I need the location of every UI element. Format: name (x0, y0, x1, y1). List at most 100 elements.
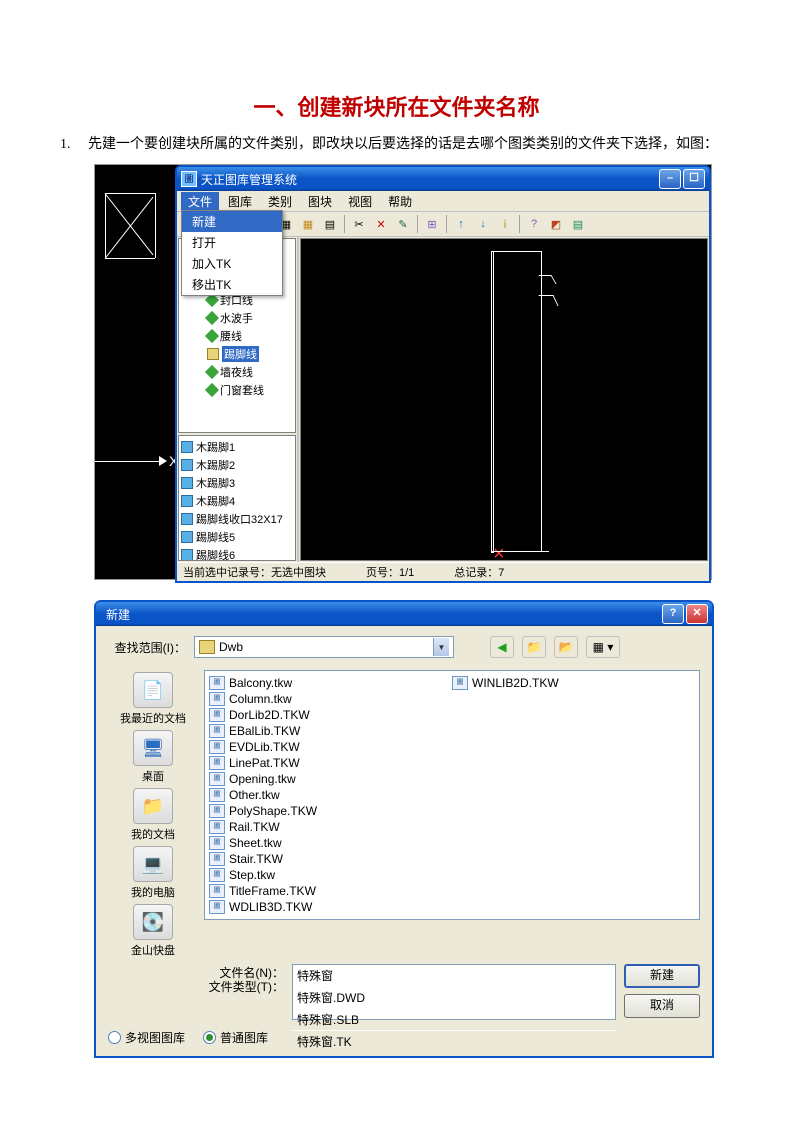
list-item[interactable]: 踢脚线6 (196, 547, 235, 561)
filename-combo[interactable]: 特殊窗 特殊窗.DWD 特殊窗.SLB 特殊窗.TK (292, 964, 616, 1020)
file-item[interactable]: 圕Other.tkw (209, 787, 452, 803)
file-icon: 圕 (209, 772, 225, 786)
dialog-titlebar[interactable]: 新建 ? ✕ (96, 602, 712, 626)
file-item[interactable]: 圕EBalLib.TKW (209, 723, 452, 739)
list-item[interactable]: 木踢脚1 (196, 439, 235, 455)
maximize-button[interactable]: ☐ (683, 169, 705, 189)
file-icon: 圕 (209, 788, 225, 802)
origin-marker-icon: × (493, 543, 505, 566)
menuitem-remove-tk[interactable]: 移出TK (182, 274, 282, 295)
file-name: EVDLib.TKW (229, 740, 300, 754)
tree-node[interactable]: 腰线 (220, 328, 242, 344)
tree-node[interactable]: 水波手 (220, 310, 253, 326)
file-name: WINLIB2D.TKW (472, 676, 559, 690)
place-kdisk[interactable]: 💽 金山快盘 (131, 904, 175, 958)
app-icon: 圕 (181, 171, 197, 187)
file-item[interactable]: 圕Rail.TKW (209, 819, 452, 835)
menuitem-open[interactable]: 打开 (182, 232, 282, 253)
menu-view[interactable]: 视图 (341, 192, 379, 211)
tool-list-icon[interactable]: ▤ (320, 214, 340, 234)
radio-normal[interactable]: 普通图库 (203, 1029, 268, 1046)
file-list[interactable]: 圕Balcony.tkw圕Column.tkw圕DorLib2D.TKW圕EBa… (204, 670, 700, 920)
help-button[interactable]: ? (662, 604, 684, 624)
lookin-combo[interactable]: Dwb ▼ (194, 636, 454, 658)
tool-help-icon[interactable]: ? (524, 214, 544, 234)
menu-file-label: 文件 (188, 195, 212, 209)
list-item[interactable]: 木踢脚3 (196, 475, 235, 491)
tree-node-selected[interactable]: 踢脚线 (222, 346, 259, 362)
file-item[interactable]: 圕TitleFrame.TKW (209, 883, 452, 899)
list-item[interactable]: 踢脚线5 (196, 529, 235, 545)
place-recent[interactable]: 📄 我最近的文档 (120, 672, 186, 726)
menu-category[interactable]: 类别 (261, 192, 299, 211)
cancel-button[interactable]: 取消 (624, 994, 700, 1018)
file-dropdown: 新建 打开 加入TK 移出TK (181, 210, 283, 296)
tree-node[interactable]: 墙夜线 (220, 364, 253, 380)
tool-delete-icon[interactable]: ✕ (371, 214, 391, 234)
file-name: Opening.tkw (229, 772, 296, 786)
file-name: LinePat.TKW (229, 756, 300, 770)
screenshot-new-dialog: 新建 ? ✕ 查找范围(I)： Dwb ▼ ◀ 📁 📂 ▦ ▾ 📄 我最近的文档 (94, 600, 714, 1058)
file-item[interactable]: 圕WDLIB3D.TKW (209, 899, 452, 915)
view-button[interactable]: ▦ ▾ (586, 636, 620, 658)
place-label: 桌面 (133, 768, 173, 784)
file-item[interactable]: 圕EVDLib.TKW (209, 739, 452, 755)
preview-pane[interactable]: × (300, 238, 708, 561)
tool-cut-icon[interactable]: ✂ (349, 214, 369, 234)
folder-icon (207, 348, 219, 360)
tool-up-icon[interactable]: ↑ (451, 214, 471, 234)
new-button[interactable]: 新建 (624, 964, 700, 988)
back-button[interactable]: ◀ (490, 636, 514, 658)
close-button[interactable]: ✕ (686, 604, 708, 624)
menu-help[interactable]: 帮助 (381, 192, 419, 211)
minimize-button[interactable]: – (659, 169, 681, 189)
filetype-option[interactable]: 特殊窗.TK (293, 1030, 615, 1052)
file-icon: 圕 (209, 820, 225, 834)
menuitem-new[interactable]: 新建 (182, 211, 282, 232)
menuitem-load-tk[interactable]: 加入TK (182, 253, 282, 274)
chevron-down-icon[interactable]: ▼ (433, 638, 449, 656)
tool-opt-icon[interactable]: ◩ (546, 214, 566, 234)
file-name: Balcony.tkw (229, 676, 292, 690)
tree-node[interactable]: 门窗套线 (220, 382, 264, 398)
file-item[interactable]: 圕PolyShape.TKW (209, 803, 452, 819)
file-item[interactable]: 圕LinePat.TKW (209, 755, 452, 771)
file-item[interactable]: 圕Column.tkw (209, 691, 452, 707)
tool-rename-icon[interactable]: ✎ (393, 214, 413, 234)
menu-file[interactable]: 文件 新建 打开 加入TK 移出TK (181, 192, 219, 211)
menu-library[interactable]: 图库 (221, 192, 259, 211)
file-name: PolyShape.TKW (229, 804, 317, 818)
titlebar[interactable]: 圕 天正图库管理系统 – ☐ (177, 167, 709, 191)
place-label: 我的电脑 (131, 884, 175, 900)
list-item[interactable]: 木踢脚4 (196, 493, 235, 509)
tool-exit-icon[interactable]: ▤ (568, 214, 588, 234)
file-item[interactable]: 圕Balcony.tkw (209, 675, 452, 691)
filetype-option[interactable]: 特殊窗.DWD (293, 986, 615, 1008)
tool-info-icon[interactable]: ⅰ (495, 214, 515, 234)
file-item[interactable]: 圕Sheet.tkw (209, 835, 452, 851)
place-mycomputer[interactable]: 💻 我的电脑 (131, 846, 175, 900)
radio-label: 普通图库 (220, 1029, 268, 1046)
file-item[interactable]: 圕Stair.TKW (209, 851, 452, 867)
file-item[interactable]: 圕 Opening.tkw (209, 771, 452, 787)
place-desktop[interactable]: 🖥 桌面 (133, 730, 173, 784)
file-item[interactable]: 圕WINLIB2D.TKW (452, 675, 695, 691)
radio-icon (203, 1031, 216, 1044)
tool-layout-icon[interactable]: ⊞ (422, 214, 442, 234)
list-item[interactable]: 踢脚线收口32X17 (196, 511, 283, 527)
tool-grid2-icon[interactable]: ▦ (298, 214, 318, 234)
file-icon: 圕 (209, 692, 225, 706)
up-button[interactable]: 📁 (522, 636, 546, 658)
list-item[interactable]: 木踢脚2 (196, 457, 235, 473)
recent-icon: 📄 (133, 672, 173, 708)
new-folder-button[interactable]: 📂 (554, 636, 578, 658)
place-mydocs[interactable]: 📁 我的文档 (131, 788, 175, 842)
file-item[interactable]: 圕DorLib2D.TKW (209, 707, 452, 723)
places-bar: 📄 我最近的文档 🖥 桌面 📁 我的文档 💻 我的电脑 💽 金山快盘 (108, 670, 198, 958)
tool-down-icon[interactable]: ↓ (473, 214, 493, 234)
menu-block[interactable]: 图块 (301, 192, 339, 211)
block-list[interactable]: 木踢脚1 木踢脚2 木踢脚3 木踢脚4 踢脚线收口32X17 踢脚线5 踢脚线6 (178, 435, 296, 561)
file-item[interactable]: 圕Step.tkw (209, 867, 452, 883)
filetype-option[interactable]: 特殊窗.SLB (293, 1008, 615, 1030)
radio-multi[interactable]: 多视图图库 (108, 1029, 185, 1046)
